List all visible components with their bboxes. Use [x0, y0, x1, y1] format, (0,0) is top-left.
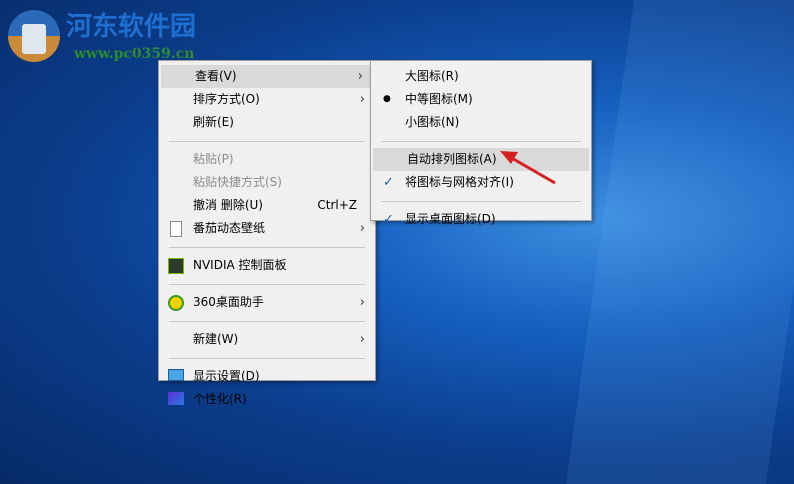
annotation-arrow-icon — [500, 151, 556, 185]
